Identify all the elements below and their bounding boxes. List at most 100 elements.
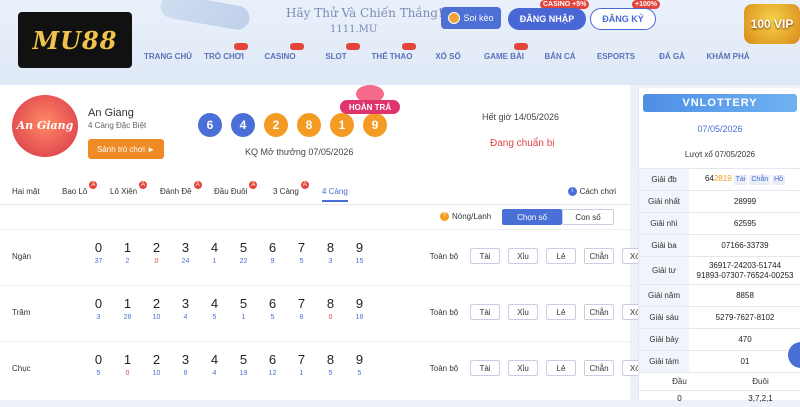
- digit-cell[interactable]: 83: [316, 240, 345, 268]
- digit-cell[interactable]: 85: [316, 352, 345, 380]
- digit-cell[interactable]: 78: [287, 296, 316, 324]
- digit-cell[interactable]: 6 12: [258, 352, 287, 380]
- nav-card-games[interactable]: GAME BÀI: [476, 43, 532, 64]
- site-logo[interactable]: MU88: [18, 12, 132, 68]
- digit-cell[interactable]: 20: [142, 240, 171, 268]
- prize-value-line: 36917-24203-51744: [708, 260, 782, 270]
- tai-button[interactable]: Tài: [470, 304, 500, 320]
- tab-hai-mat[interactable]: Hai mặt: [12, 187, 40, 196]
- le-button[interactable]: Lẻ: [546, 360, 576, 376]
- digit-cell[interactable]: 03: [84, 296, 113, 324]
- tab-4-cang[interactable]: 4 Càng: [322, 187, 348, 202]
- nav-lottery[interactable]: XỔ SỐ: [420, 50, 476, 64]
- con-so-tab[interactable]: Con số: [562, 209, 614, 225]
- prize-label: Giải năm: [639, 285, 689, 306]
- choose-number-tab[interactable]: Chọn số: [502, 209, 562, 225]
- tab-danh-de[interactable]: Đánh Đề A: [160, 181, 202, 196]
- digit-cell[interactable]: 2 10: [142, 296, 171, 324]
- digit-cell[interactable]: 80: [316, 296, 345, 324]
- mode-row: ? Nóng/Lạnh Chọn số Con số: [0, 205, 630, 229]
- digit-cell[interactable]: 5 22: [229, 240, 258, 268]
- chan-button[interactable]: Chẵn: [584, 304, 614, 320]
- nav-explore[interactable]: KHÁM PHÁ: [700, 50, 756, 64]
- chan-button[interactable]: Chẵn: [584, 360, 614, 376]
- select-all-button[interactable]: Toàn bộ: [426, 248, 462, 264]
- cashback-promo[interactable]: HOÀN TRẢ: [340, 85, 400, 115]
- digit-count: 24: [181, 258, 190, 265]
- hot-badge: [346, 43, 360, 50]
- tab-marker: A: [249, 181, 258, 189]
- le-button[interactable]: Lẻ: [546, 304, 576, 320]
- result-row: Giải ba 07166-33739: [639, 234, 800, 256]
- xiu-button[interactable]: Xỉu: [508, 304, 538, 320]
- digit: 0: [94, 352, 103, 367]
- result-date: KQ Mở thưởng 07/05/2026: [245, 147, 354, 157]
- digit-cell[interactable]: 10: [113, 352, 142, 380]
- digit: 3: [181, 240, 190, 255]
- slogan: Hãy Thử Và Chiến Thắng!: [286, 6, 443, 20]
- digit-count: 8: [299, 314, 304, 321]
- digit-cell[interactable]: 12: [113, 240, 142, 268]
- soi-keo-button[interactable]: Soi kèo: [441, 7, 501, 29]
- tab-marker: A: [300, 181, 309, 189]
- nav-slot[interactable]: SLOT: [308, 43, 364, 64]
- digit-cell[interactable]: 36: [171, 352, 200, 380]
- tab-bao-lo[interactable]: Bao Lô A: [62, 181, 98, 196]
- digit-cell[interactable]: 51: [229, 296, 258, 324]
- digit-cell[interactable]: 95: [345, 352, 374, 380]
- digit: 5: [239, 352, 248, 367]
- how-to-play-link[interactable]: i Cách chơi: [567, 187, 616, 196]
- tai-button[interactable]: Tài: [470, 248, 500, 264]
- digit-cell[interactable]: 9 15: [345, 240, 374, 268]
- tab-lo-xien[interactable]: Lô Xiên A: [110, 181, 148, 196]
- xiu-button[interactable]: Xỉu: [508, 248, 538, 264]
- digit-cell[interactable]: 41: [200, 240, 229, 268]
- digit-cell[interactable]: 45: [200, 296, 229, 324]
- nav-sports[interactable]: THỂ THAO: [364, 43, 420, 64]
- tab-3-cang[interactable]: 3 Càng A: [273, 181, 309, 196]
- digit-count: 4: [183, 314, 188, 321]
- nav-esports[interactable]: ESPORTS: [588, 50, 644, 64]
- digit-cell[interactable]: 05: [84, 352, 113, 380]
- login-button[interactable]: ĐĂNG NHẬP: [508, 8, 586, 30]
- select-all-button[interactable]: Toàn bộ: [426, 360, 462, 376]
- nav-casino[interactable]: CASINO: [252, 43, 308, 64]
- lobby-button[interactable]: Sảnh trò chơi ►: [88, 139, 164, 159]
- question-icon: ?: [440, 212, 449, 221]
- digit-cell[interactable]: 3 24: [171, 240, 200, 268]
- digit-list: 0 37 12 20 3 24 41 5 22 69 75 83 9 15: [84, 240, 374, 268]
- prize-value: 642819 Tài Chẵn Hồ: [689, 169, 800, 190]
- tab-dau-duoi[interactable]: Đầu Đuôi A: [214, 181, 258, 196]
- digit-cell[interactable]: 75: [287, 240, 316, 268]
- digit-cell[interactable]: 44: [200, 352, 229, 380]
- digit-cell[interactable]: 0 37: [84, 240, 113, 268]
- digit-count: 19: [239, 370, 248, 377]
- nav-games[interactable]: TRÒ CHƠI: [196, 43, 252, 64]
- nav-home[interactable]: TRANG CHỦ: [140, 50, 196, 64]
- digit-cell[interactable]: 71: [287, 352, 316, 380]
- digit-cell[interactable]: 1 26: [113, 296, 142, 324]
- digit-cell[interactable]: 5 19: [229, 352, 258, 380]
- select-all-button[interactable]: Toàn bộ: [426, 304, 462, 320]
- vip-promo-icon[interactable]: 100 VIP: [744, 4, 800, 44]
- digit-cell[interactable]: 9 16: [345, 296, 374, 324]
- digit: 4: [210, 296, 219, 311]
- digit-count: 5: [299, 258, 304, 265]
- digit-count: 2: [125, 258, 130, 265]
- result-row: Giải sáu 5279-7627-8102: [639, 306, 800, 328]
- side-date[interactable]: 07/05/2026: [639, 124, 800, 134]
- digit-cell[interactable]: 2 10: [142, 352, 171, 380]
- le-button[interactable]: Lẻ: [546, 248, 576, 264]
- tai-button[interactable]: Tài: [470, 360, 500, 376]
- digit-cell[interactable]: 34: [171, 296, 200, 324]
- hot-cold-toggle[interactable]: ? Nóng/Lạnh: [440, 212, 491, 221]
- chan-button[interactable]: Chẵn: [584, 248, 614, 264]
- nav-cockfight[interactable]: ĐÁ GÀ: [644, 50, 700, 64]
- digit-cell[interactable]: 69: [258, 240, 287, 268]
- nav-fishing[interactable]: BẮN CÁ: [532, 50, 588, 64]
- results-table: Giải đb 642819 Tài Chẵn Hồ Giải nhất 28999 …: [639, 168, 800, 406]
- xiu-button[interactable]: Xỉu: [508, 360, 538, 376]
- register-button[interactable]: ĐĂNG KÝ: [590, 8, 656, 30]
- digit: 0: [94, 296, 103, 311]
- digit-cell[interactable]: 65: [258, 296, 287, 324]
